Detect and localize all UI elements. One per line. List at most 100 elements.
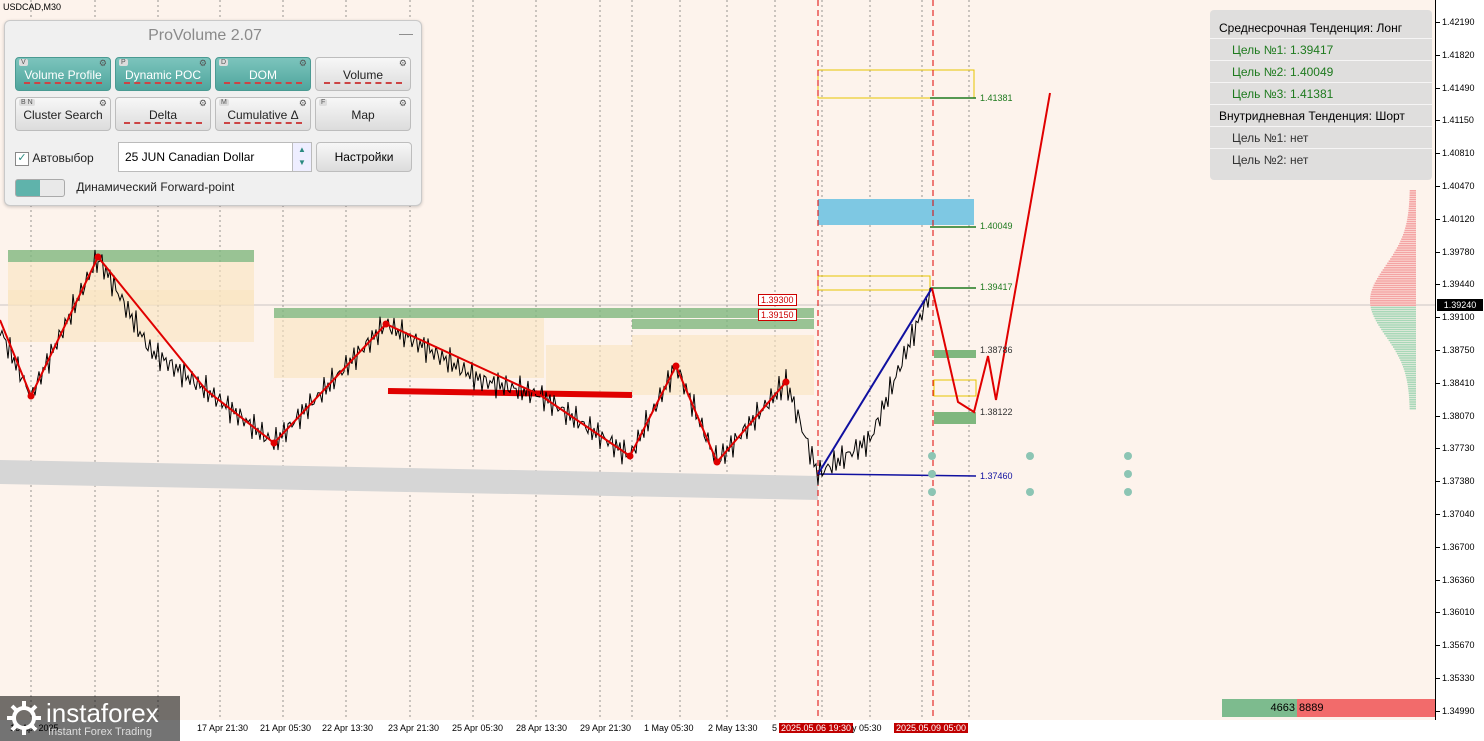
volume-profile-bar bbox=[1409, 201, 1416, 203]
volume-profile-bar bbox=[1394, 251, 1416, 254]
volume-profile-bar bbox=[1392, 253, 1416, 256]
panel-title: ProVolume 2.07 bbox=[148, 27, 262, 44]
hotkey-badge: B N bbox=[19, 99, 35, 106]
intraday-target-1: Цель №1: нет bbox=[1232, 131, 1309, 145]
volume-profile-button[interactable]: V ⚙ Volume Profile bbox=[15, 57, 111, 91]
delta-button[interactable]: ⚙ Delta bbox=[115, 97, 211, 131]
button-label: Delta bbox=[148, 108, 177, 122]
volume-box bbox=[274, 318, 544, 378]
price-tick: 1.40470 bbox=[1436, 181, 1475, 191]
dynamic-poc-button[interactable]: P ⚙ Dynamic POC bbox=[115, 57, 211, 91]
forward-point-toggle[interactable] bbox=[15, 179, 65, 197]
price-tick: 1.40810 bbox=[1436, 148, 1475, 159]
time-tick: 29 Apr 21:30 bbox=[580, 723, 632, 733]
fibo-point bbox=[928, 470, 936, 478]
map-button[interactable]: F ⚙ Map bbox=[315, 97, 411, 131]
watermark: instaforex Instant Forex Trading bbox=[0, 696, 180, 741]
medium-target-3: Цель №3: 1.41381 bbox=[1232, 87, 1334, 101]
price-tick: 1.42190 bbox=[1436, 17, 1475, 27]
volume-profile-bar bbox=[1407, 216, 1416, 218]
volume-profile-bar bbox=[1405, 227, 1416, 229]
chart-area[interactable]: USDCAD,M30 1.41381 1.40049 1.39417 1.387… bbox=[0, 0, 1436, 720]
hotkey-badge: P bbox=[119, 59, 128, 66]
provolume-panel[interactable]: ProVolume 2.07 — V ⚙ Volume Profile P ⚙ Dy… bbox=[4, 20, 422, 206]
minimize-icon[interactable]: — bbox=[399, 25, 413, 41]
instrument-value: 25 JUN Canadian Dollar bbox=[125, 150, 255, 164]
volume-profile-bar bbox=[1382, 330, 1416, 333]
cluster-search-button[interactable]: B N ⚙ Cluster Search bbox=[15, 97, 111, 131]
volume-profile-bar bbox=[1398, 355, 1416, 357]
time-tick: 1 May 05:30 bbox=[644, 723, 694, 733]
blue-trend-line bbox=[817, 287, 933, 475]
volume-profile-bar bbox=[1391, 344, 1416, 346]
auto-select-checkbox[interactable]: ✓ bbox=[15, 151, 29, 166]
separator bbox=[1210, 104, 1432, 105]
volume-profile-bar bbox=[1385, 335, 1416, 337]
time-axis[interactable]: 16 Apr 202517 Apr 21:3021 Apr 05:3022 Ap… bbox=[0, 720, 1436, 741]
volume-profile-bar bbox=[1377, 322, 1416, 324]
price-tick: 1.35330 bbox=[1436, 673, 1475, 683]
cumulative-delta-button[interactable]: M ⚙ Cumulative Δ bbox=[215, 97, 311, 131]
price-tick: 1.37730 bbox=[1436, 443, 1475, 454]
button-label: Cumulative Δ bbox=[227, 108, 299, 122]
auto-select-row[interactable]: ✓ Автовыбор bbox=[15, 151, 94, 166]
current-price-label: 1.39240 bbox=[1437, 299, 1483, 311]
spinner-icon[interactable]: ▲ ▼ bbox=[292, 143, 311, 171]
zigzag-point bbox=[672, 362, 680, 370]
volume-profile-bar bbox=[1406, 223, 1416, 225]
zigzag-point bbox=[713, 458, 721, 466]
price-axis[interactable]: 1.42190 1.41820 1.41490 1.41150 1.40810 1.404… bbox=[1436, 0, 1484, 720]
forward-point-row[interactable]: Динамический Forward-point bbox=[15, 179, 234, 197]
volume-profile-bar bbox=[1390, 258, 1416, 260]
volume-profile-bar bbox=[1409, 405, 1416, 408]
button-label: Map bbox=[351, 108, 375, 122]
forward-point-label: Динамический Forward-point bbox=[76, 180, 235, 195]
button-label: Cluster Search bbox=[23, 108, 103, 122]
volume-profile-bar bbox=[1408, 205, 1416, 207]
price-tick: 1.37040 bbox=[1436, 509, 1475, 519]
target-level-line bbox=[817, 473, 977, 477]
volume-profile-bar bbox=[1408, 388, 1416, 390]
volume-profile-bar bbox=[1405, 372, 1416, 375]
hotkey-badge: V bbox=[19, 59, 28, 66]
indicator-bar bbox=[24, 82, 102, 86]
volume-profile-bar bbox=[1408, 390, 1416, 392]
time-tick: 2025.05.09 05:00 bbox=[894, 723, 969, 733]
volume-profile-bar bbox=[1371, 291, 1416, 293]
instrument-select[interactable]: 25 JUN Canadian Dollar ▲ ▼ bbox=[118, 142, 312, 172]
price-box-label-1: 1.39300 bbox=[758, 294, 797, 306]
time-tick: 28 Apr 13:30 bbox=[516, 723, 568, 733]
green-zone bbox=[934, 350, 976, 358]
volume-profile-bar bbox=[1407, 218, 1416, 221]
zigzag-point bbox=[626, 452, 634, 460]
indicator-bar bbox=[124, 122, 202, 126]
volume-profile-bar bbox=[1378, 275, 1416, 278]
volume-profile-bar bbox=[1409, 396, 1416, 399]
volume-profile-bar bbox=[1405, 374, 1416, 377]
volume-profile-bar bbox=[1408, 392, 1416, 394]
medium-trend-title: Среднесрочная Тенденция: Лонг bbox=[1219, 21, 1403, 35]
time-tick: y 05:30 bbox=[852, 723, 882, 733]
time-tick: 23 Apr 21:30 bbox=[388, 723, 440, 733]
volume-profile-bar bbox=[1381, 271, 1416, 273]
volume-profile-bar bbox=[1395, 350, 1416, 353]
volume-profile-bar bbox=[1409, 198, 1416, 201]
price-tick: 1.39100 bbox=[1436, 312, 1475, 323]
volume-profile-bar bbox=[1370, 297, 1416, 300]
price-tick: 1.41820 bbox=[1436, 49, 1475, 60]
time-tick: 25 Apr 05:30 bbox=[452, 723, 504, 733]
hotkey-badge: M bbox=[219, 99, 229, 106]
volume-profile-bar bbox=[1372, 286, 1416, 289]
button-label: Volume bbox=[342, 68, 384, 82]
dom-button[interactable]: D ⚙ DOM bbox=[215, 57, 311, 91]
price-tick: 1.36010 bbox=[1436, 607, 1475, 618]
level-label-2: 1.40049 bbox=[980, 221, 1013, 231]
time-tick: 21 Apr 05:30 bbox=[260, 723, 312, 733]
volume-profile-bar bbox=[1370, 304, 1416, 306]
volume-profile-bar bbox=[1404, 229, 1416, 232]
price-tick: 1.40120 bbox=[1436, 213, 1475, 224]
volume-button[interactable]: ⚙ Volume bbox=[315, 57, 411, 91]
buy-volume-count: 4663 bbox=[1222, 699, 1297, 717]
settings-button[interactable]: Настройки bbox=[316, 142, 412, 172]
price-box-label-2: 1.39150 bbox=[758, 309, 797, 321]
